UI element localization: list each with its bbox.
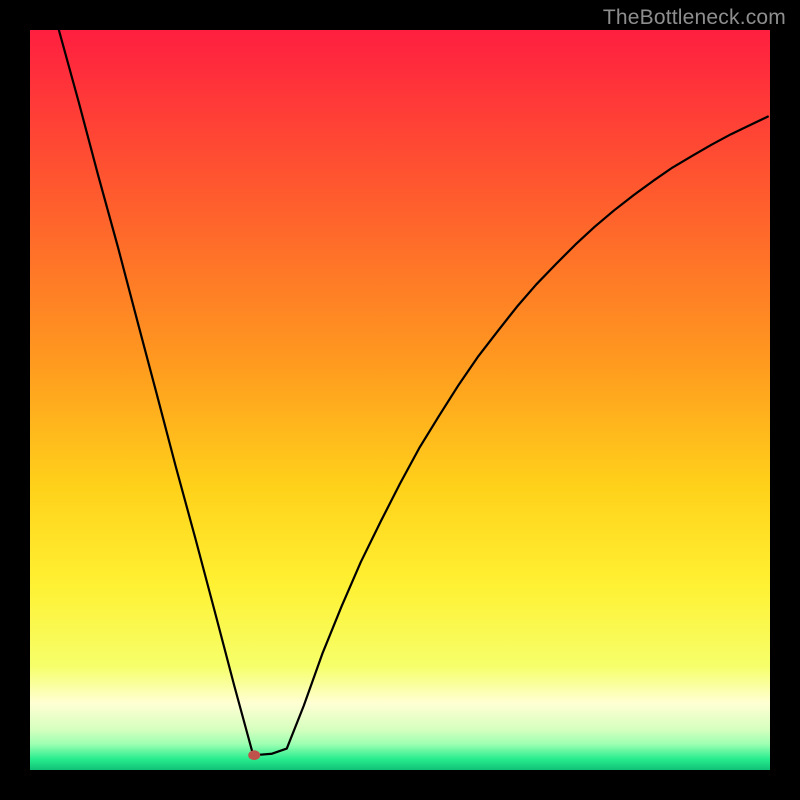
chart-marker-dot	[248, 750, 260, 760]
chart-background	[30, 30, 770, 770]
chart-plot-area	[30, 30, 770, 770]
watermark-text: TheBottleneck.com	[603, 6, 786, 30]
chart-svg	[30, 30, 770, 770]
